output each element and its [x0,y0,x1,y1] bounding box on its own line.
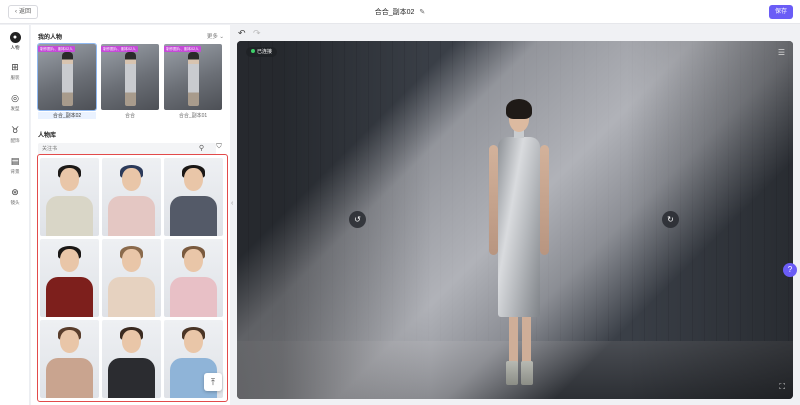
redo-icon[interactable]: ↷ [253,28,261,39]
character-name: 合合 [124,113,135,119]
my-characters-title: 我的人物 [38,35,63,41]
library-character[interactable] [102,239,161,317]
my-character-card[interactable]: 制作图片、副本02人 合合 [101,44,159,124]
left-nav: ● 人物 ⊞ 服装 ◎ 发型 ♉ 配饰 ▤ 背景 ⊛ 镜头 [0,25,30,405]
library-character[interactable] [40,158,99,236]
nav-item-clothing[interactable]: ⊞ 服装 [0,62,30,81]
character-model[interactable] [485,99,555,387]
nav-item-hairstyle[interactable]: ◎ 发型 [0,93,30,112]
nav-item-label: 配饰 [10,138,20,143]
my-character-card[interactable]: 制作图片、副本02人 合合_副本01 [164,44,222,124]
connection-status-badge: 已连接 [246,47,278,57]
save-button[interactable]: 保存 [769,5,793,19]
fullscreen-icon[interactable]: ⛶ [779,382,785,392]
background-icon: ▤ [10,156,20,166]
character-tag: 制作图片、副本02人 [164,46,201,52]
nav-item-person[interactable]: ● 人物 [0,32,30,51]
nav-item-background[interactable]: ▤ 背景 [0,156,30,175]
edit-pencil-icon[interactable]: ✎ [419,9,425,16]
camera-icon: ⊛ [11,187,19,197]
help-button[interactable]: ? [783,263,797,277]
chevron-down-icon: ⌄ [219,34,224,40]
clothing-icon: ⊞ [11,62,19,72]
more-link[interactable]: 更多 ⌄ [207,32,224,40]
nav-item-camera[interactable]: ⊛ 镜头 [0,187,30,206]
character-panel: 我的人物 更多 ⌄ 制作图片、副本02人 合合_副本02 制作图片、副本02人 … [31,25,230,405]
more-link-label: 更多 [206,34,218,40]
nav-item-label: 人物 [10,45,20,50]
status-dot-icon [251,49,255,53]
connection-status-label: 已连接 [257,49,273,55]
scroll-to-top-button[interactable]: ⤒ [204,373,222,391]
character-thumbnail [37,43,97,111]
library-character[interactable] [40,320,99,398]
nav-item-label: 背景 [10,169,20,174]
library-title: 人物库 [38,133,57,139]
library-character[interactable] [40,239,99,317]
nav-item-accessory[interactable]: ♉ 配饰 [0,125,30,144]
document-title-text: 合合_副本02 [374,9,415,16]
nav-item-label: 发型 [10,106,20,111]
search-icon[interactable]: ⚲ [197,144,206,153]
character-library-grid: ⤒ [37,154,228,402]
character-thumbnail [164,44,222,110]
hairstyle-icon: ◎ [11,93,19,103]
preview-stage[interactable]: 已连接 ☰ ↺ ↻ ⛶ [237,41,793,399]
rotate-left-icon[interactable]: ↺ [349,211,366,228]
top-bar: ‹ 返回 合合_副本02 ✎ 保存 [0,0,800,24]
filter-icon[interactable]: ⛉ [214,143,224,153]
undo-icon[interactable]: ↶ [238,28,246,39]
accessory-icon: ♉ [10,125,20,135]
nav-item-label: 镜头 [10,200,20,205]
my-character-card[interactable]: 制作图片、副本02人 合合_副本02 [37,43,97,124]
library-character[interactable] [164,158,223,236]
library-character[interactable] [102,158,161,236]
library-character[interactable] [102,320,161,398]
character-tag: 制作图片、副本02人 [101,46,138,52]
library-character[interactable] [164,239,223,317]
nav-item-label: 服装 [10,75,20,80]
character-thumbnail [101,44,159,110]
rotate-right-icon[interactable]: ↻ [662,211,679,228]
character-name: 合合_副本01 [178,113,208,119]
character-name: 合合_副本02 [38,112,96,119]
person-icon: ● [9,32,21,43]
list-menu-icon[interactable]: ☰ [778,48,785,57]
character-tag: 制作图片、副本02人 [38,46,75,52]
collapse-panel-icon[interactable]: ‹ [231,200,233,207]
document-title: 合合_副本02 ✎ [0,7,800,17]
